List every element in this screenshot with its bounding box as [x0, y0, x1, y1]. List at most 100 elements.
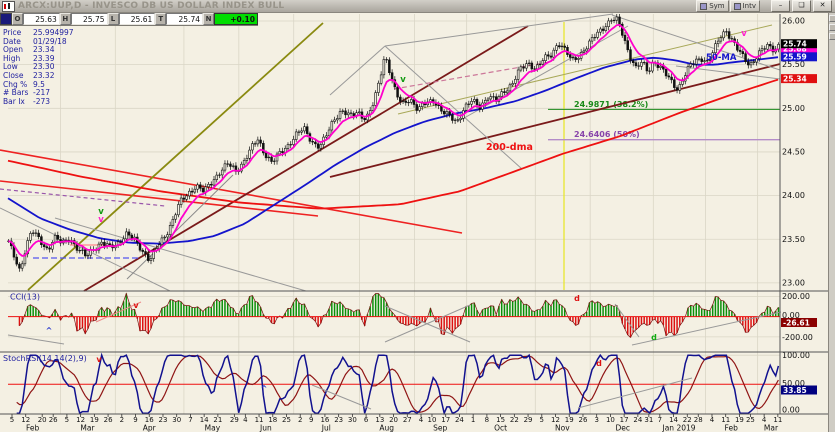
candle-body: [534, 69, 536, 70]
date-tick-label: 26: [49, 416, 58, 424]
candle-body: [35, 233, 37, 234]
restore-button[interactable]: ❏: [792, 0, 811, 12]
candle-body: [101, 242, 103, 244]
quote-field-value: 25.75: [71, 13, 108, 25]
candle-body: [468, 104, 470, 105]
candle-body: [624, 35, 626, 40]
candle-body: [531, 63, 533, 69]
month-label: Feb: [26, 424, 40, 432]
date-tick-label: 6: [364, 416, 369, 424]
candle-body: [254, 144, 256, 145]
candle-body: [219, 175, 221, 176]
candle-body: [336, 119, 338, 120]
month-label: Jul: [321, 424, 331, 432]
month-label: Aug: [379, 424, 394, 432]
side-toolbar-button[interactable]: [829, 15, 835, 22]
candle-body: [756, 59, 758, 62]
candle-body: [476, 99, 478, 104]
candle-body: [416, 105, 418, 111]
candle-body: [583, 51, 585, 52]
month-label: Nov: [555, 424, 570, 432]
quote-change-label: N: [203, 13, 214, 25]
window-controls: – ❏ ✕: [769, 0, 832, 12]
date-tick-label: 23: [159, 416, 168, 424]
candle-body: [405, 101, 407, 103]
candle-body: [208, 184, 210, 187]
title-bar[interactable]: ARCX:UUP,D - INVESCO DB US DOLLAR INDEX …: [0, 0, 835, 13]
candle-body: [402, 101, 404, 102]
candle-body: [731, 39, 733, 40]
minimize-button[interactable]: –: [771, 0, 790, 12]
price-axis-label: 23.00: [782, 278, 805, 287]
candle-body: [443, 111, 445, 114]
quote-field-value: 25.63: [23, 13, 60, 25]
candle-body: [449, 112, 451, 115]
date-tick-label: 7: [658, 416, 662, 424]
stoch-value-flag: 33.85: [783, 386, 807, 395]
candle-body: [714, 44, 716, 53]
close-button[interactable]: ✕: [813, 0, 832, 12]
candle-body: [103, 242, 105, 245]
quote-field-label: L: [108, 13, 119, 25]
candle-body: [457, 120, 459, 121]
chart-window: ARCX:UUP,D - INVESCO DB US DOLLAR INDEX …: [0, 0, 835, 432]
quote-symbol-chip[interactable]: [0, 13, 12, 25]
candle-body: [150, 259, 152, 261]
candle-body: [199, 185, 201, 189]
fib-382-label: 24.9871 (38.2%): [574, 100, 648, 109]
month-label: Sep: [433, 424, 447, 432]
ma50-label: 50-MA: [706, 53, 737, 63]
date-tick-label: 9: [133, 416, 137, 424]
chart-marker: v: [741, 29, 747, 39]
quote-field-label: T: [155, 13, 166, 25]
date-tick-label: 31: [644, 416, 653, 424]
candle-body: [194, 189, 196, 192]
candle-body: [438, 105, 440, 106]
candle-body: [720, 38, 722, 41]
candle-body: [490, 97, 492, 99]
side-toolbar-button[interactable]: [829, 33, 835, 40]
candle-body: [717, 41, 719, 44]
candle-body: [539, 64, 541, 65]
candle-body: [161, 238, 163, 245]
candle-body: [769, 44, 771, 46]
quote-fields: O25.63H25.75L25.61T25.74N+0.10: [12, 13, 258, 25]
stoch-axis-label: 0.00: [782, 406, 800, 415]
candle-body: [120, 242, 122, 243]
candle-body: [761, 49, 763, 51]
price-flag: 25.74: [783, 39, 807, 48]
month-label: Jan 2019: [662, 424, 696, 432]
candle-body: [493, 97, 495, 98]
candle-body: [723, 32, 725, 38]
chart-canvas[interactable]: 26.0025.5025.0024.5024.0023.5023.0024.98…: [0, 13, 835, 432]
candle-body: [342, 111, 344, 112]
price-axis-label: 23.50: [782, 235, 805, 244]
candle-body: [547, 55, 549, 56]
candle-body: [545, 55, 547, 61]
candle-body: [619, 17, 621, 24]
date-tick-label: 22: [510, 416, 519, 424]
candle-body: [512, 84, 514, 85]
candle-body: [243, 160, 245, 164]
candle-body: [339, 112, 341, 119]
candle-body: [750, 63, 752, 65]
candle-body: [287, 145, 289, 149]
candle-body: [325, 136, 327, 137]
sym-button[interactable]: Sym: [696, 0, 728, 12]
candle-body: [523, 67, 525, 68]
candle-body: [613, 20, 615, 21]
stoch-marker: ^: [261, 384, 268, 393]
intv-button[interactable]: Intv: [730, 0, 760, 12]
candle-body: [229, 164, 231, 166]
date-tick-label: 10: [606, 416, 615, 424]
stoch-marker: d: [596, 359, 602, 368]
date-tick-label: 29: [230, 416, 239, 424]
candle-body: [38, 233, 40, 237]
candle-body: [643, 62, 645, 63]
side-toolbar-button[interactable]: [829, 24, 835, 31]
date-tick-label: 4: [419, 416, 424, 424]
dma200-label: 200-dma: [486, 142, 533, 153]
candle-body: [32, 233, 34, 234]
candle-body: [408, 102, 410, 103]
date-tick-label: 24: [633, 416, 642, 424]
